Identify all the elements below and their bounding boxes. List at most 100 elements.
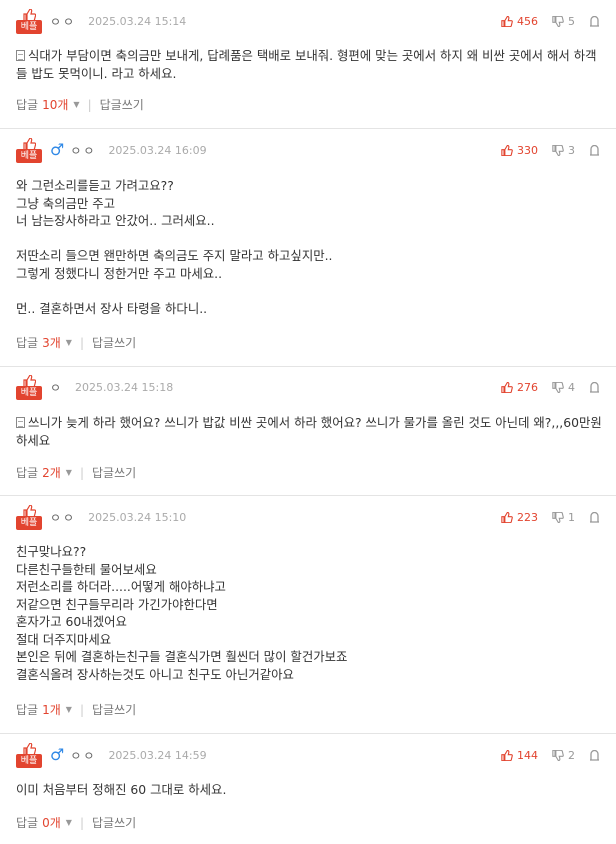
badge-label: 베플 [16,753,42,768]
reply-count[interactable]: 3개 [42,334,61,351]
reply-toggle-label[interactable]: 답글 [16,96,38,113]
author-nickname[interactable]: ㅇㅇ [50,13,76,30]
comment-item: 베플 ♂ ㅇㅇ 2025.03.24 16:09 330 3 와 그런소리를듣고… [0,129,616,367]
thumb-up-icon [501,144,513,156]
comment-stats: 223 1 [501,511,600,524]
comment-date: 2025.03.24 15:14 [88,14,187,28]
comment-body: 식대가 부담이면 축의금만 보내게, 답례품은 택배로 보내줘. 형편에 맞는 … [16,47,602,82]
thumb-down-icon [552,381,564,393]
report-icon [590,749,599,761]
badge-label: 베플 [16,148,42,163]
comment-stats: 456 5 [501,15,600,28]
comment-item: 베플 ㅇㅇ 2025.03.24 15:14 456 5 식대가 부담이면 축의… [0,0,616,129]
dislike-button[interactable]: 1 [552,511,575,524]
caret-down-icon[interactable]: ▼ [66,338,72,347]
reply-toggle-label[interactable]: 답글 [16,701,38,718]
comment-text: 친구맞나요?? 다른친구들한테 물어보세요 저런소리를 하더라.....어떻게 … [16,544,348,682]
thumb-up-icon [501,511,513,523]
author-nickname[interactable]: ㅇ [50,379,63,396]
thumb-down-icon [552,15,564,27]
reply-toggle-label[interactable]: 답글 [16,814,38,831]
dislike-count: 4 [568,380,575,394]
comment-body: 친구맞나요?? 다른친구들한테 물어보세요 저런소리를 하더라.....어떻게 … [16,543,602,683]
thumb-down-icon [552,511,564,523]
comment-date: 2025.03.24 14:59 [108,748,207,762]
write-reply-button[interactable]: 답글쓰기 [92,814,136,831]
divider: | [87,97,92,112]
report-icon [590,144,599,156]
thumb-up-icon [23,374,36,387]
thumb-up-icon [501,381,513,393]
badge-label: 베플 [16,19,42,34]
comment-text: 쓰니가 늦게 하라 했어요? 쓰니가 밥값 비싼 곳에서 하라 했어요? 쓰니가… [16,415,606,448]
author-nickname[interactable]: ㅇㅇ [70,142,96,159]
caret-down-icon[interactable]: ▼ [66,705,72,714]
dislike-count: 3 [568,143,575,157]
thumb-up-icon [23,742,36,755]
like-count: 330 [517,143,538,157]
write-reply-button[interactable]: 답글쓰기 [100,96,144,113]
comment-text: 와 그런소리를듣고 가려고요?? 그냥 축의금만 주고 너 남는장사하라고 안갔… [16,178,333,316]
male-icon: ♂ [50,140,65,159]
like-count: 276 [517,380,538,394]
comment-body: 와 그런소리를듣고 가려고요?? 그냥 축의금만 주고 너 남는장사하라고 안갔… [16,177,602,317]
caret-down-icon[interactable]: ▼ [66,468,72,477]
comment-meta: 베플 ㅇ 2025.03.24 15:18 276 4 [16,374,600,400]
like-button[interactable]: 144 [501,749,538,762]
comment-meta: 베플 ㅇㅇ 2025.03.24 15:10 223 1 [16,504,600,530]
comment-body: 쓰니가 늦게 하라 했어요? 쓰니가 밥값 비싼 곳에서 하라 했어요? 쓰니가… [16,414,602,449]
best-comment-badge: 베플 [16,742,42,768]
comment-actions: 답글 10개 ▼ | 답글쓰기 [16,96,144,113]
like-button[interactable]: 223 [501,511,538,524]
reply-count[interactable]: 10개 [42,96,68,113]
document-icon [16,50,25,61]
thumb-up-icon [23,504,36,517]
like-count: 456 [517,14,538,28]
like-button[interactable]: 456 [501,15,538,28]
report-icon [590,511,599,523]
write-reply-button[interactable]: 답글쓰기 [92,334,136,351]
report-button[interactable] [589,381,600,393]
thumb-up-icon [23,8,36,21]
report-button[interactable] [589,749,600,761]
comment-meta: 베플 ♂ ㅇㅇ 2025.03.24 16:09 330 3 [16,137,600,163]
badge-label: 베플 [16,385,42,400]
reply-count[interactable]: 1개 [42,701,61,718]
comment-body: 이미 처음부터 정해진 60 그대로 하세요. [16,781,602,799]
dislike-button[interactable]: 5 [552,15,575,28]
like-count: 144 [517,748,538,762]
comment-text: 이미 처음부터 정해진 60 그대로 하세요. [16,782,227,797]
reply-toggle-label[interactable]: 답글 [16,464,38,481]
comment-stats: 330 3 [501,144,600,157]
comment-meta: 베플 ㅇㅇ 2025.03.24 15:14 456 5 [16,8,600,34]
comment-actions: 답글 1개 ▼ | 답글쓰기 [16,701,136,718]
thumb-up-icon [501,749,513,761]
author-nickname[interactable]: ㅇㅇ [50,509,76,526]
reply-count[interactable]: 2개 [42,464,61,481]
thumb-up-icon [23,137,36,150]
dislike-button[interactable]: 2 [552,749,575,762]
write-reply-button[interactable]: 답글쓰기 [92,464,136,481]
report-button[interactable] [589,511,600,523]
dislike-button[interactable]: 4 [552,381,575,394]
reply-toggle-label[interactable]: 답글 [16,334,38,351]
author-nickname[interactable]: ㅇㅇ [70,747,96,764]
dislike-count: 2 [568,748,575,762]
like-button[interactable]: 330 [501,144,538,157]
like-button[interactable]: 276 [501,381,538,394]
dislike-button[interactable]: 3 [552,144,575,157]
write-reply-button[interactable]: 답글쓰기 [92,701,136,718]
report-button[interactable] [589,15,600,27]
dislike-count: 1 [568,510,575,524]
comment-date: 2025.03.24 16:09 [108,143,207,157]
report-button[interactable] [589,144,600,156]
comment-date: 2025.03.24 15:10 [88,510,187,524]
caret-down-icon[interactable]: ▼ [66,818,72,827]
dislike-count: 5 [568,14,575,28]
male-icon: ♂ [50,745,65,764]
caret-down-icon[interactable]: ▼ [73,100,79,109]
divider: | [79,335,84,350]
reply-count[interactable]: 0개 [42,814,61,831]
like-count: 223 [517,510,538,524]
comment-item: 베플 ㅇㅇ 2025.03.24 15:10 223 1 친구맞나요?? 다른친… [0,496,616,734]
